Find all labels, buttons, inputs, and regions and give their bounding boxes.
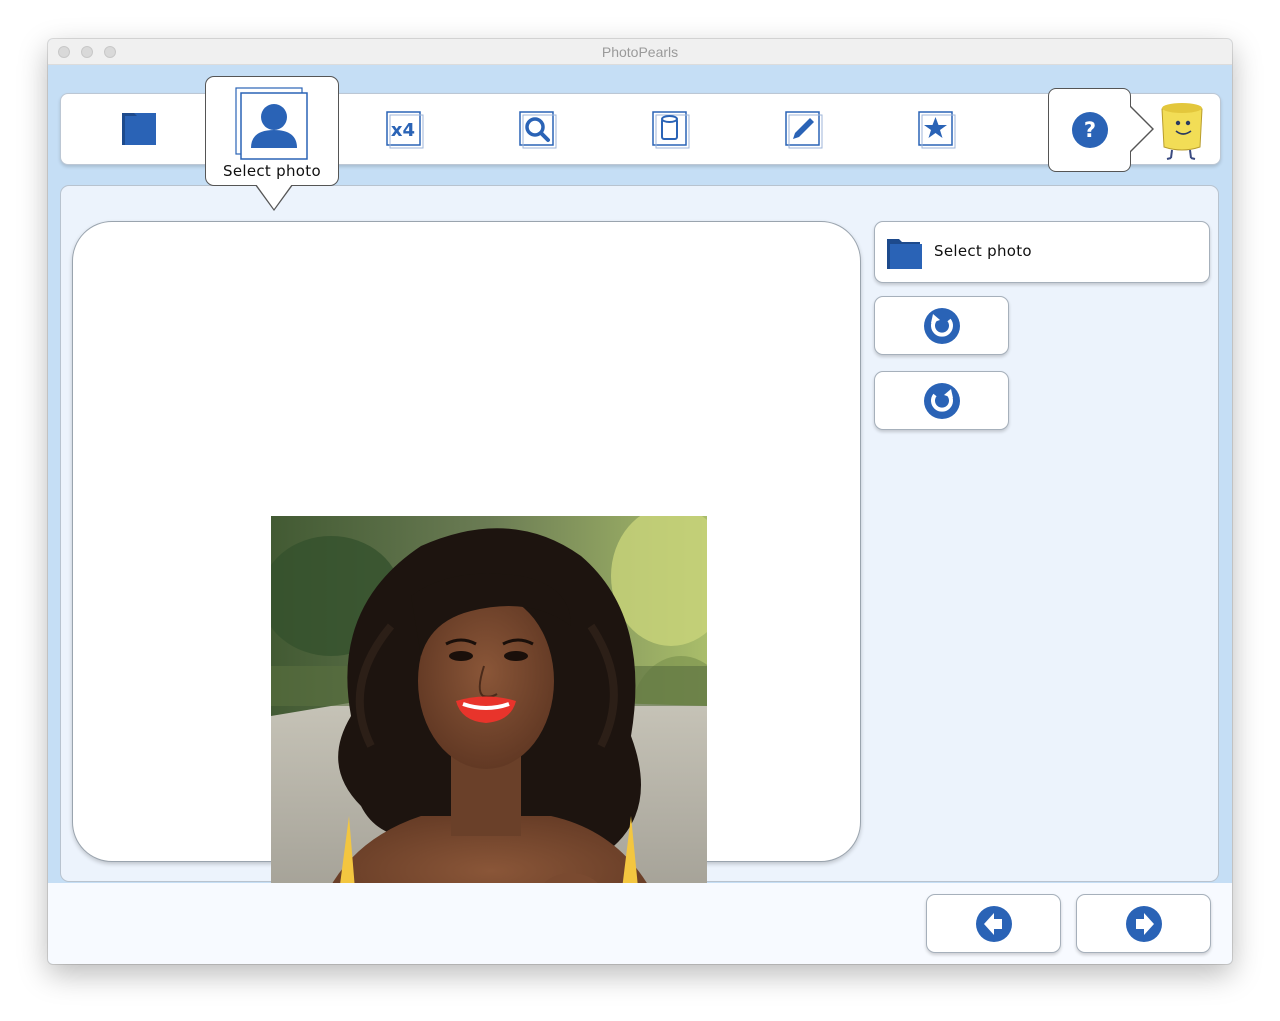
help-button[interactable]: ? xyxy=(1048,88,1131,172)
tool-zoom[interactable] xyxy=(502,94,572,164)
pencil-icon xyxy=(785,111,823,149)
photo-preview-frame xyxy=(72,221,861,938)
person-photo-icon xyxy=(235,87,308,160)
app-window: PhotoPearls x4 Select photo ? Select pho… xyxy=(48,39,1232,964)
photo-preview xyxy=(271,516,707,938)
rotate-left-button[interactable] xyxy=(874,296,1009,355)
x4-text: x4 xyxy=(391,120,415,141)
rotate-counterclockwise-icon xyxy=(923,307,960,344)
tool-edit[interactable] xyxy=(768,94,838,164)
tool-open-folder[interactable] xyxy=(104,94,174,164)
arrow-left-icon xyxy=(975,905,1012,942)
select-photo-button[interactable]: Select photo xyxy=(874,221,1210,283)
help-icon: ? xyxy=(1071,112,1108,148)
window-title: PhotoPearls xyxy=(601,44,679,60)
tool-select-photo-label: Select photo xyxy=(223,162,321,180)
next-button[interactable] xyxy=(1076,894,1211,953)
tool-x4[interactable]: x4 xyxy=(369,94,439,164)
folder-icon xyxy=(122,113,156,145)
title-bar: PhotoPearls xyxy=(48,39,1232,65)
folder-icon xyxy=(887,239,922,269)
pearl-roll-icon xyxy=(652,111,690,149)
help-pointer-fill xyxy=(1129,106,1152,152)
tool-pearl-roll[interactable] xyxy=(635,94,705,164)
tool-active-pointer-fill xyxy=(256,184,292,209)
arrow-right-icon xyxy=(1125,905,1162,942)
magnifier-icon xyxy=(519,111,557,149)
select-photo-label: Select photo xyxy=(934,242,1032,260)
pearl-mascot-icon[interactable] xyxy=(1158,101,1206,161)
tool-select-photo[interactable]: Select photo xyxy=(205,76,339,186)
x4-icon: x4 xyxy=(386,111,424,149)
rotate-right-button[interactable] xyxy=(874,371,1009,430)
back-button[interactable] xyxy=(926,894,1061,953)
rotate-clockwise-icon xyxy=(923,382,960,419)
portrait-photo-image xyxy=(271,516,707,938)
help-text: ? xyxy=(1083,118,1095,142)
star-icon xyxy=(918,111,956,149)
tool-favorite[interactable] xyxy=(901,94,971,164)
